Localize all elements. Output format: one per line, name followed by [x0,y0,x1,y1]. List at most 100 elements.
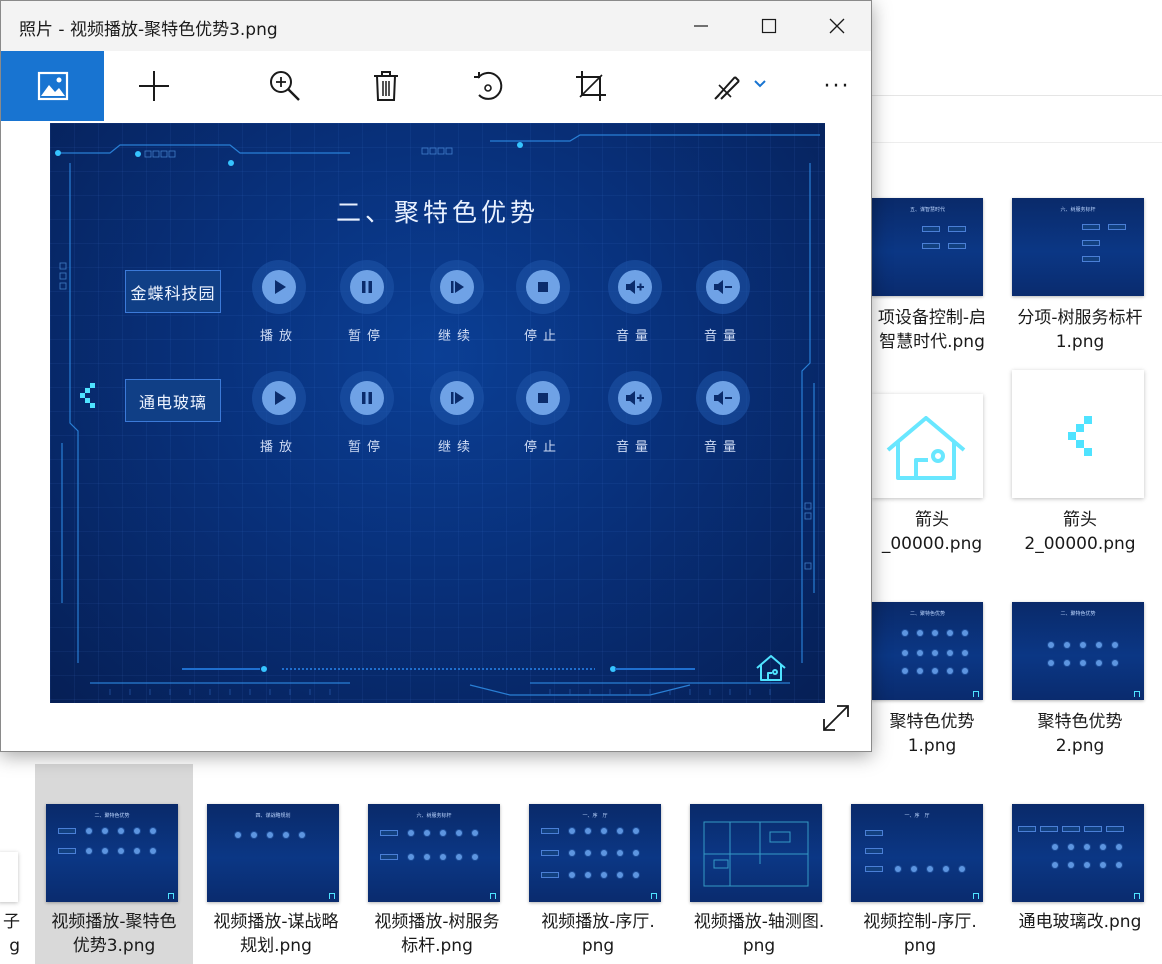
resume-button[interactable] [430,371,484,425]
thumbnail-button [1112,642,1118,648]
file-item[interactable]: 通电玻璃改.png [1000,764,1160,964]
thumbnail-button [1052,862,1058,868]
thumbnail-box [922,226,940,232]
file-name: 子 g [0,910,20,958]
thumbnail-button [134,828,140,834]
play-button[interactable] [252,371,306,425]
resume-label: 继续 [437,329,476,344]
volume-up-label: 音量 [615,440,654,455]
file-item[interactable]: 五、谋智慧时代 项设备控制-启 智慧时代.png [852,196,1012,356]
file-item-selected[interactable]: 二、聚特色优势 视频播放-聚特色 优势3.png [35,764,193,964]
thumbnail-button [585,872,591,878]
file-name-line: g [9,936,20,956]
volume-down-button[interactable] [696,371,750,425]
file-name: 聚特色优势 1.png [852,710,1012,758]
crop-button[interactable] [551,51,631,121]
volume-down-button[interactable] [696,260,750,314]
file-item[interactable]: 二、聚特色优势 聚特色优势 1.png [852,600,1012,760]
file-name-line: 聚特色优势 [889,712,975,732]
title-bar[interactable]: 照片 - 视频播放-聚特色优势3.png [1,1,871,51]
file-name: 通电玻璃改.png [1000,910,1160,934]
thumbnail-button [962,650,968,656]
file-name-line: 箭头 [915,510,949,530]
close-button[interactable] [803,1,871,51]
thumbnail-box [541,828,559,834]
row-label-glass[interactable]: 通电玻璃 [125,379,221,422]
photos-toolbar: ··· [1,51,871,121]
thumbnail-button [962,630,968,636]
thumbnail-button [283,832,289,838]
thumbnail-box [380,830,398,836]
view-photo-button[interactable] [1,51,104,121]
stop-button[interactable] [516,260,570,314]
expand-icon[interactable] [819,701,853,735]
file-item[interactable]: 四、谋战略规划 视频播放-谋战略 规划.png [196,764,356,964]
file-thumbnail: 二、聚特色优势 [1012,602,1144,700]
add-button[interactable] [114,51,194,121]
file-thumbnail: 五、谋智慧时代 [872,198,983,296]
thumbnail-button [1080,660,1086,666]
thumbnail-button [601,828,607,834]
pause-button[interactable] [340,260,394,314]
photos-app-window: 照片 - 视频播放-聚特色优势3.png ··· 二、聚特色优势 金蝶科技园 通… [0,0,872,752]
thumbnail-button [1096,660,1102,666]
pause-button[interactable] [340,371,394,425]
more-options-button[interactable]: ··· [797,51,877,121]
file-name-line: 箭头 [1063,510,1097,530]
file-name: 视频播放-谋战略 规划.png [196,910,356,958]
thumbnail-title: 一、序 厅 [582,812,608,819]
file-item[interactable]: 箭头 _00000.png [852,394,1012,564]
play-label: 播放 [259,440,298,455]
thumbnail-button [617,850,623,856]
file-name-line: 子 [3,912,20,932]
file-item[interactable]: 一、序 厅 视频控制-序厅. png [840,764,1000,964]
pause-label: 暂停 [347,329,386,344]
home-icon[interactable] [754,653,788,683]
file-item[interactable]: 一、序 厅 视频播放-序厅. png [518,764,678,964]
thumbnail-button [917,668,923,674]
play-button[interactable] [252,260,306,314]
rotate-button[interactable] [448,51,528,121]
play-icon [275,391,286,405]
zoom-button[interactable] [245,51,325,121]
thumbnail-button [633,872,639,878]
file-name: 聚特色优势 2.png [1000,710,1160,758]
thumbnail-button [1048,642,1054,648]
thumbnail-button [947,630,953,636]
thumbnail-title: 五、谋智慧时代 [909,206,945,213]
volume-up-button[interactable] [608,371,662,425]
stop-button[interactable] [516,371,570,425]
thumbnail-button [932,630,938,636]
file-item[interactable]: 箭头 2_00000.png [1000,370,1160,564]
file-item[interactable]: 二、聚特色优势 聚特色优势 2.png [1000,600,1160,760]
file-item[interactable]: 视频播放-轴测图. png [679,764,839,964]
volume-down-icon [714,280,732,294]
file-item[interactable]: 六、树服务标杆 视频播放-树服务 标杆.png [357,764,517,964]
file-name: 视频播放-聚特色 优势3.png [35,910,193,958]
file-thumbnail [690,804,822,902]
thumbnail-box [1082,256,1100,262]
file-item[interactable]: 六、树服务标杆 分项-树服务标杆 1.png [1000,196,1160,356]
thumbnail-button [86,848,92,854]
explorer-toolbar-area [872,0,1162,96]
thumbnail-box [948,226,966,232]
thumbnail-title: 二、聚特色优势 [1060,610,1096,617]
resume-button[interactable] [430,260,484,314]
file-item[interactable]: 子 g [0,800,20,964]
thumbnail-button [1084,862,1090,868]
minimize-button[interactable] [667,1,735,51]
play-label: 播放 [259,329,298,344]
more-icon: ··· [823,73,851,99]
back-arrow-icon[interactable] [80,381,100,411]
file-name-line: 分项-树服务标杆 [1017,308,1143,328]
delete-button[interactable] [346,51,426,121]
edit-draw-button[interactable] [698,51,788,121]
thumbnail-button [617,872,623,878]
thumbnail-button [902,668,908,674]
maximize-button[interactable] [735,1,803,51]
volume-up-button[interactable] [608,260,662,314]
row-label-jindie[interactable]: 金蝶科技园 [125,270,221,313]
thumbnail-button [150,848,156,854]
add-icon [139,71,169,101]
thumbnail-home-icon [973,691,979,697]
